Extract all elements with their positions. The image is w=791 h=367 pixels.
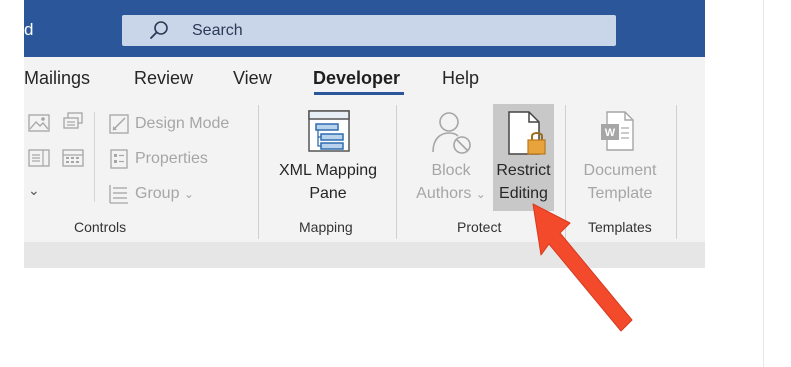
word-window-screenshot: d Search Mailings Review View Developer … <box>0 0 791 367</box>
red-arrow-annotation <box>532 203 633 332</box>
